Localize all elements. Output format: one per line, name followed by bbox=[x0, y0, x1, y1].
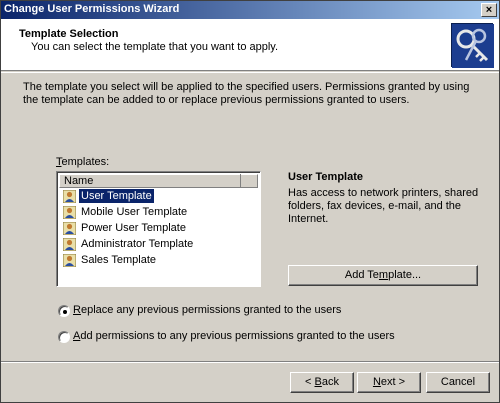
wizard-header: Template Selection You can select the te… bbox=[1, 19, 499, 71]
cancel-button[interactable]: Cancel bbox=[426, 372, 490, 393]
template-name: Administrator Template bbox=[81, 238, 194, 250]
radio-button[interactable] bbox=[58, 331, 70, 343]
close-button[interactable]: × bbox=[481, 3, 497, 17]
next-button[interactable]: Next > bbox=[357, 372, 421, 393]
title-bar[interactable]: Change User Permissions Wizard × bbox=[1, 1, 499, 19]
radio-selected-dot bbox=[63, 310, 67, 314]
template-list-item[interactable]: Administrator Template bbox=[61, 236, 257, 252]
template-list-item[interactable]: User Template bbox=[61, 188, 257, 204]
header-title: Template Selection bbox=[19, 28, 119, 40]
template-name: Power User Template bbox=[81, 222, 186, 234]
add-template-button[interactable]: Add Template... bbox=[288, 265, 478, 286]
header-subtitle: You can select the template that you wan… bbox=[31, 41, 279, 53]
close-icon: × bbox=[485, 4, 493, 16]
template-list-item[interactable]: Sales Template bbox=[61, 252, 257, 268]
template-detail-description: Has access to network printers, shared f… bbox=[288, 187, 479, 225]
list-items: User Template Mobile User Template Power U… bbox=[61, 188, 257, 268]
templates-list[interactable]: Name User Template Mobile User Template Po… bbox=[56, 171, 261, 287]
template-name: Sales Template bbox=[81, 254, 157, 266]
column-separator[interactable] bbox=[240, 174, 241, 188]
user-icon bbox=[62, 237, 77, 252]
add-permissions-label[interactable]: Add permissions to any previous permissi… bbox=[73, 330, 395, 342]
window-title: Change User Permissions Wizard bbox=[4, 3, 180, 15]
keys-icon bbox=[451, 23, 494, 68]
header-divider bbox=[1, 72, 499, 73]
column-header-name[interactable]: Name bbox=[59, 174, 258, 188]
template-name: User Template bbox=[78, 188, 155, 204]
intro-text: The template you select will be applied … bbox=[23, 81, 470, 106]
replace-permissions-label[interactable]: Replace any previous permissions granted… bbox=[73, 304, 341, 316]
user-icon bbox=[62, 221, 77, 236]
user-icon bbox=[62, 189, 77, 204]
template-list-item[interactable]: Power User Template bbox=[61, 220, 257, 236]
template-detail-title: User Template bbox=[288, 171, 363, 183]
radio-button[interactable] bbox=[58, 305, 70, 317]
template-list-item[interactable]: Mobile User Template bbox=[61, 204, 257, 220]
template-name: Mobile User Template bbox=[81, 206, 188, 218]
user-icon bbox=[62, 205, 77, 220]
back-button[interactable]: < Back bbox=[290, 372, 354, 393]
user-icon bbox=[62, 253, 77, 268]
wizard-window: Change User Permissions Wizard × Templat… bbox=[0, 0, 500, 403]
templates-label: Templates: bbox=[56, 156, 110, 168]
footer-divider bbox=[1, 361, 499, 363]
